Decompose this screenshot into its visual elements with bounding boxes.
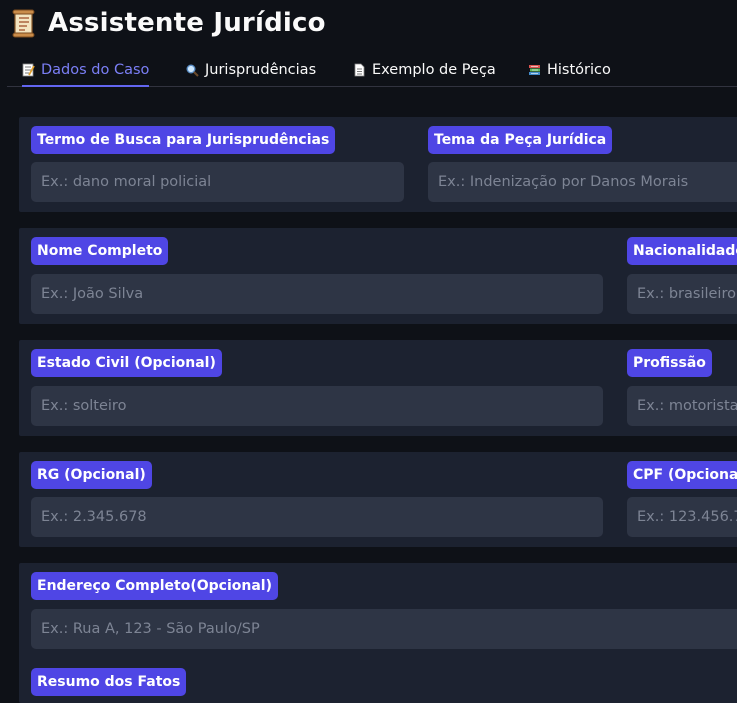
nome-input[interactable] [31,274,603,314]
app-header: Assistente Jurídico [10,8,326,38]
estado-civil-input[interactable] [31,386,603,426]
estado-civil-label: Estado Civil (Opcional) [31,349,222,377]
profissao-input[interactable] [627,386,737,426]
tab-bar: Dados do Caso Jurisprudências Exemplo de… [7,54,737,87]
tab-historico[interactable]: Histórico [528,54,611,86]
cpf-label: CPF (Opcional) [627,461,737,489]
tab-label: Dados do Caso [41,62,150,78]
page-icon [353,63,366,77]
tema-peca-input[interactable] [428,162,737,202]
tab-exemplo-de-peca[interactable]: Exemplo de Peça [353,54,496,86]
rg-cpf-card: RG (Opcional) CPF (Opcional) [19,452,737,547]
page-title: Assistente Jurídico [48,8,326,38]
tab-label: Jurisprudências [205,62,317,78]
termo-busca-input[interactable] [31,162,404,202]
rg-label: RG (Opcional) [31,461,152,489]
nacionalidade-label: Nacionalidade [627,237,737,265]
termo-busca-label: Termo de Busca para Jurisprudências [31,126,336,154]
cpf-input[interactable] [627,497,737,537]
books-icon [528,63,541,77]
resumo-label: Resumo dos Fatos [31,668,187,696]
endereco-label: Endereço Completo(Opcional) [31,572,278,600]
endereco-input[interactable] [31,609,737,649]
address-facts-card: Endereço Completo(Opcional) Resumo dos F… [19,563,737,703]
search-topic-card: Termo de Busca para Jurisprudências Tema… [19,117,737,212]
tab-label: Histórico [547,62,611,78]
tab-label: Exemplo de Peça [372,62,496,78]
memo-icon [22,63,35,77]
rg-input[interactable] [31,497,603,537]
nacionalidade-input[interactable] [627,274,737,314]
nome-label: Nome Completo [31,237,169,265]
tema-peca-label: Tema da Peça Jurídica [428,126,613,154]
civil-profession-card: Estado Civil (Opcional) Profissão [19,340,737,436]
scroll-icon [10,8,38,38]
tab-jurisprudencias[interactable]: Jurisprudências [186,54,316,86]
name-nationality-card: Nome Completo Nacionalidade [19,228,737,324]
tab-dados-do-caso[interactable]: Dados do Caso [22,54,150,87]
profissao-label: Profissão [627,349,712,377]
magnifier-icon [186,63,199,77]
